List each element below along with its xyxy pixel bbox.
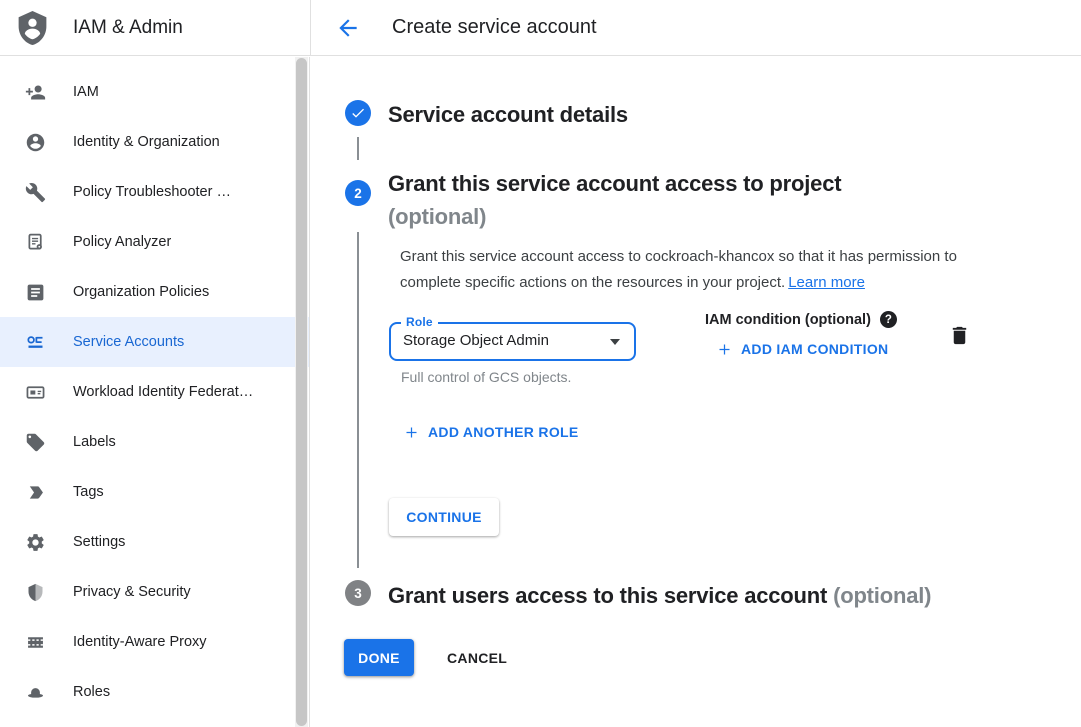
sidebar-scrollbar-thumb[interactable] — [296, 58, 307, 726]
role-selected-value: Storage Object Admin — [403, 324, 549, 358]
app-title: IAM & Admin — [73, 0, 183, 55]
header-divider — [310, 0, 311, 56]
step2-optional-label: (optional) — [388, 200, 988, 233]
top-header: IAM & Admin Create service account — [0, 0, 1081, 56]
add-another-role-label: ADD ANOTHER ROLE — [428, 424, 579, 440]
article-icon — [24, 281, 46, 303]
sidebar-item-label: Privacy & Security — [73, 584, 191, 600]
step3-optional-label: (optional) — [833, 583, 931, 608]
service-account-icon — [24, 331, 46, 353]
cancel-button[interactable]: CANCEL — [431, 639, 523, 676]
done-button[interactable]: DONE — [344, 639, 414, 676]
iam-condition-label: IAM condition (optional) — [705, 312, 871, 328]
sidebar-item-tags[interactable]: Tags — [0, 467, 309, 517]
step3-title-text: Grant users access to this service accou… — [388, 583, 827, 608]
plus-icon — [404, 425, 419, 440]
create-service-account-form: Service account details 2 Grant this ser… — [311, 57, 1081, 727]
step2-description: Grant this service account access to coc… — [400, 244, 990, 295]
plus-icon — [717, 342, 732, 357]
sidebar-item-workload-identity-federation[interactable]: Workload Identity Federat… — [0, 367, 309, 417]
trash-icon — [948, 335, 971, 350]
tag-arrow-icon — [24, 481, 46, 503]
chevron-down-icon — [610, 339, 620, 345]
step2-title-text: Grant this service account access to pro… — [388, 171, 841, 196]
sidebar-item-label: Roles — [73, 684, 110, 700]
sidebar-item-label: IAM — [73, 84, 99, 100]
sidebar-spacer — [0, 57, 309, 67]
add-iam-condition-button[interactable]: ADD IAM CONDITION — [717, 341, 888, 357]
sidebar-item-iam[interactable]: IAM — [0, 67, 309, 117]
delete-role-button[interactable] — [946, 324, 972, 350]
stepper-connector — [357, 137, 359, 160]
striped-square-icon — [24, 631, 46, 653]
iam-admin-console: IAM & Admin Create service account IAM I… — [0, 0, 1081, 727]
sidebar-item-policy-analyzer[interactable]: Policy Analyzer — [0, 217, 309, 267]
sidebar-item-settings[interactable]: Settings — [0, 517, 309, 567]
document-gear-icon — [24, 231, 46, 253]
shield-half-icon — [24, 581, 46, 603]
sidebar-item-label: Identity & Organization — [73, 134, 220, 150]
page-title: Create service account — [392, 0, 597, 55]
step3-number-badge: 3 — [345, 580, 371, 606]
sidebar-item-label: Policy Analyzer — [73, 234, 171, 250]
add-iam-condition-label: ADD IAM CONDITION — [741, 341, 888, 357]
sidebar-item-labels[interactable]: Labels — [0, 417, 309, 467]
person-add-icon — [24, 81, 46, 103]
account-circle-icon — [24, 131, 46, 153]
sidebar-item-roles[interactable]: Roles — [0, 667, 309, 717]
sidebar-scrollbar-track[interactable] — [295, 57, 308, 727]
iam-condition-header: IAM condition (optional) ? — [705, 311, 897, 328]
sidebar-item-label: Workload Identity Federat… — [73, 384, 253, 400]
learn-more-link[interactable]: Learn more — [788, 274, 865, 291]
sidebar-item-label: Identity-Aware Proxy — [73, 634, 207, 650]
step2-title: Grant this service account access to pro… — [388, 167, 988, 233]
shield-person-icon — [14, 9, 51, 47]
sidebar-item-label: Settings — [73, 534, 125, 550]
continue-button[interactable]: CONTINUE — [389, 498, 499, 536]
step1-complete-icon — [345, 100, 371, 126]
sidebar-item-organization-policies[interactable]: Organization Policies — [0, 267, 309, 317]
sidebar-item-label: Organization Policies — [73, 284, 209, 300]
sidebar-item-service-accounts[interactable]: Service Accounts — [0, 317, 309, 367]
sidebar-item-privacy-security[interactable]: Privacy & Security — [0, 567, 309, 617]
sidebar-item-identity-organization[interactable]: Identity & Organization — [0, 117, 309, 167]
stepper-connector — [357, 232, 359, 568]
sidebar-item-identity-aware-proxy[interactable]: Identity-Aware Proxy — [0, 617, 309, 667]
step1-title: Service account details — [388, 102, 628, 128]
sidebar-item-label: Tags — [73, 484, 104, 500]
sidebar-item-label: Policy Troubleshooter … — [73, 184, 231, 200]
add-another-role-button[interactable]: ADD ANOTHER ROLE — [404, 424, 579, 440]
sidebar-item-label: Service Accounts — [73, 334, 184, 350]
label-tag-icon — [24, 431, 46, 453]
step2-number-badge: 2 — [345, 180, 371, 206]
step2-description-text: Grant this service account access to coc… — [400, 248, 957, 291]
back-button[interactable] — [333, 13, 363, 43]
hat-icon — [24, 681, 46, 703]
step3-title: Grant users access to this service accou… — [388, 583, 931, 609]
arrow-back-icon — [335, 29, 361, 44]
help-icon[interactable]: ? — [880, 311, 897, 328]
badge-card-icon — [24, 381, 46, 403]
sidebar-item-label: Labels — [73, 434, 116, 450]
sidebar-item-policy-troubleshooter[interactable]: Policy Troubleshooter … — [0, 167, 309, 217]
sidebar-nav: IAM Identity & Organization Policy Troub… — [0, 57, 310, 727]
wrench-icon — [24, 181, 46, 203]
gear-icon — [24, 531, 46, 553]
role-select[interactable]: Role Storage Object Admin — [389, 322, 636, 361]
role-helper-text: Full control of GCS objects. — [401, 369, 571, 385]
